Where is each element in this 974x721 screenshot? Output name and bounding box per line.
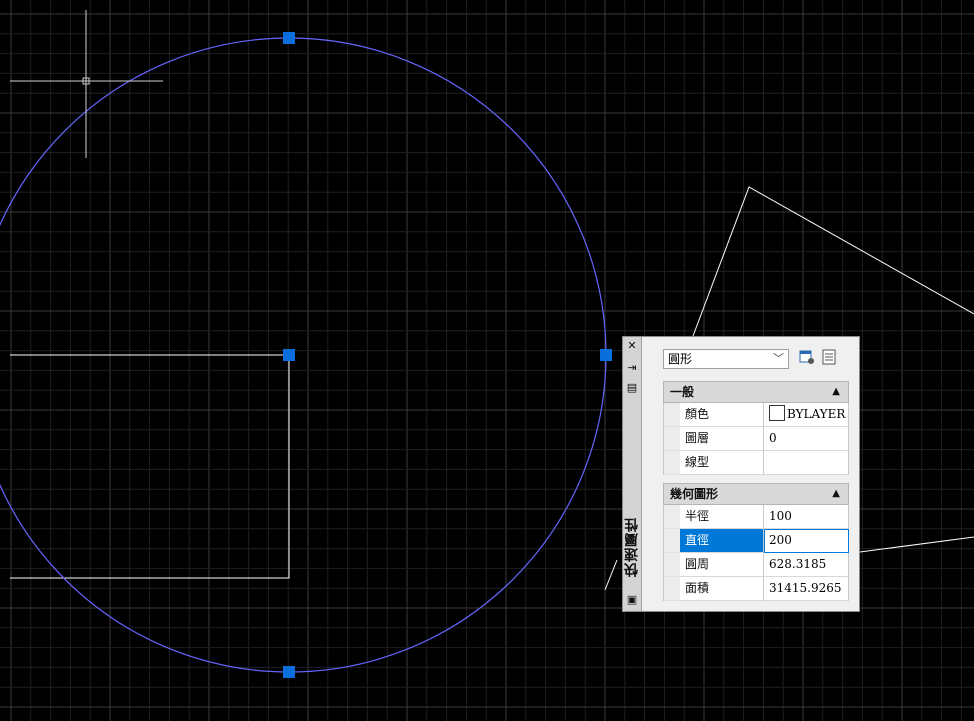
palette-sidebar: ✕ ⇥ ▤ 快速屬性 ▣ xyxy=(623,337,642,611)
pin-icon[interactable]: ⇥ xyxy=(626,362,638,374)
color-swatch xyxy=(769,405,785,421)
grip-right[interactable] xyxy=(600,349,612,361)
quick-properties-palette: ✕ ⇥ ▤ 快速屬性 ▣ 圓形 ﹀ 一般 ▲ 顏色 BYLAYER 圖層 0 線… xyxy=(622,336,860,612)
grip-bottom[interactable] xyxy=(283,666,295,678)
customize-icon[interactable] xyxy=(821,349,837,365)
chevron-down-icon: ﹀ xyxy=(773,352,784,365)
property-table: 一般 ▲ 顏色 BYLAYER 圖層 0 線型 幾何圖形 ▲ 半徑 100 直徑… xyxy=(663,381,849,601)
palette-settings-icon[interactable]: ▣ xyxy=(626,594,638,606)
object-type-value: 圓形 xyxy=(668,352,693,366)
prop-row-area[interactable]: 面積 31415.9265 xyxy=(663,577,849,601)
prop-row-color[interactable]: 顏色 BYLAYER xyxy=(663,403,849,427)
prop-row-layer[interactable]: 圖層 0 xyxy=(663,427,849,451)
grip-center[interactable] xyxy=(283,349,295,361)
object-type-select[interactable]: 圓形 ﹀ xyxy=(663,349,789,369)
collapse-arrow-icon[interactable]: ▲ xyxy=(832,484,840,504)
grip-top[interactable] xyxy=(283,32,295,44)
diameter-input[interactable]: 200 xyxy=(764,529,849,553)
close-icon[interactable]: ✕ xyxy=(626,340,638,352)
line-shape[interactable] xyxy=(859,536,974,553)
prop-row-circumference[interactable]: 圓周 628.3185 xyxy=(663,553,849,577)
prop-row-diameter[interactable]: 直徑 200 xyxy=(663,529,849,553)
prop-row-linetype[interactable]: 線型 xyxy=(663,451,849,475)
prop-row-radius[interactable]: 半徑 100 xyxy=(663,505,849,529)
menu-icon[interactable]: ▤ xyxy=(626,382,638,394)
polyline-shape-lower[interactable] xyxy=(604,559,618,591)
palette-body: 圓形 ﹀ 一般 ▲ 顏色 BYLAYER 圖層 0 線型 幾何圖形 ▲ 半徑 1… xyxy=(647,337,859,611)
palette-title: 快速屬性 xyxy=(624,517,640,577)
collapse-arrow-icon[interactable]: ▲ xyxy=(832,382,840,402)
crosshair-cursor xyxy=(10,10,163,158)
section-general[interactable]: 一般 ▲ xyxy=(663,381,849,403)
quick-select-icon[interactable] xyxy=(799,349,815,365)
polyline-shape[interactable] xyxy=(692,186,974,337)
section-geometry[interactable]: 幾何圖形 ▲ xyxy=(663,483,849,505)
